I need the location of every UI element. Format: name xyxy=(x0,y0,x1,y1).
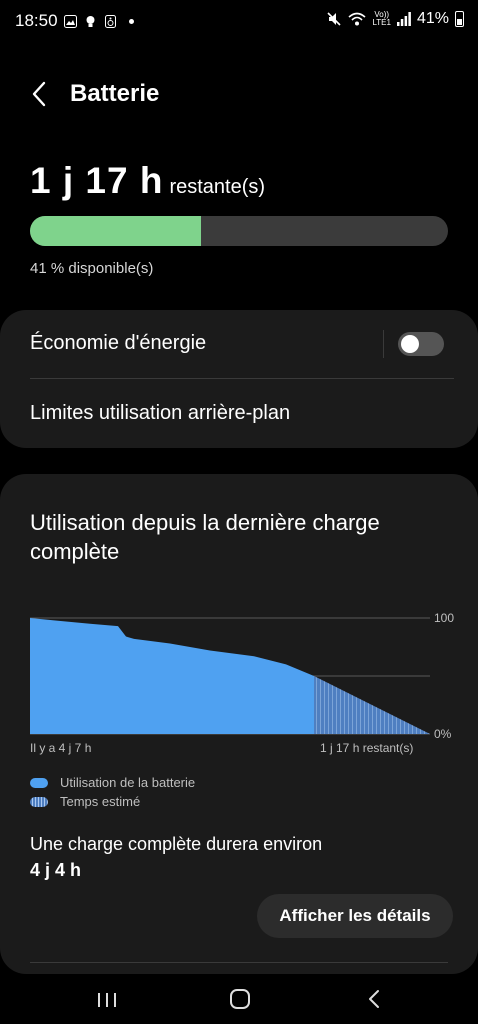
row-separator xyxy=(383,330,384,358)
power-saving-toggle[interactable] xyxy=(398,332,444,356)
bulb-icon xyxy=(86,15,95,27)
power-saving-row[interactable]: Économie d'énergie xyxy=(30,310,448,376)
full-charge-label: Une charge complète durera environ xyxy=(30,834,323,854)
remaining-suffix: restante(s) xyxy=(169,176,266,198)
legend-item-usage: Utilisation de la batterie xyxy=(30,775,195,790)
status-bar: 18:50 Vo)) LTE1 41% xyxy=(0,0,478,40)
status-right-icons: Vo)) LTE1 41% xyxy=(326,10,464,28)
battery-level-fill xyxy=(30,216,202,246)
remaining-time: 1 j 17 h restante(s) xyxy=(30,160,265,202)
header: Batterie xyxy=(0,72,478,118)
x-axis-end-label: 1 j 17 h restant(s) xyxy=(320,741,414,755)
show-details-button[interactable]: Afficher les détails xyxy=(257,894,453,938)
navigation-bar xyxy=(0,974,478,1024)
x-axis-start-label: Il y a 4 j 7 h xyxy=(30,741,92,755)
toggle-knob xyxy=(401,335,419,353)
background-limits-label: Limites utilisation arrière-plan xyxy=(30,401,291,424)
available-text: 41 % disponible(s) xyxy=(30,260,154,277)
recent-apps-icon[interactable] xyxy=(89,984,125,1014)
y-axis-top-label: 100 xyxy=(434,611,455,625)
legend-label-estimate: Temps estimé xyxy=(60,794,141,809)
image-icon xyxy=(64,14,77,28)
status-time: 18:50 xyxy=(15,11,58,30)
speaker-icon xyxy=(105,14,116,28)
network-label: Vo)) LTE1 xyxy=(372,10,391,27)
back-nav-icon[interactable] xyxy=(357,984,393,1014)
y-axis-bottom-label: 0% xyxy=(434,727,452,741)
legend-swatch-estimate xyxy=(30,796,48,807)
wifi-icon xyxy=(348,12,366,26)
back-arrow-icon[interactable] xyxy=(24,78,56,110)
battery-level-bar xyxy=(30,216,448,246)
background-limits-row[interactable]: Limites utilisation arrière-plan xyxy=(30,380,448,446)
full-charge-value: 4 j 4 h xyxy=(30,860,82,880)
power-saving-label: Économie d'énergie xyxy=(30,331,207,354)
legend-item-estimate: Temps estimé xyxy=(30,794,140,809)
usage-title: Utilisation depuis la dernière charge co… xyxy=(30,510,380,564)
notification-dot xyxy=(129,18,134,24)
divider xyxy=(30,378,454,379)
legend-label-usage: Utilisation de la batterie xyxy=(60,775,196,790)
battery-icon xyxy=(455,11,464,27)
status-left-icons xyxy=(64,13,134,29)
battery-usage-chart xyxy=(30,617,430,735)
page-title: Batterie xyxy=(70,80,160,107)
divider xyxy=(30,962,448,963)
remaining-value: 1 j 17 h xyxy=(30,160,164,201)
mute-icon xyxy=(327,12,342,26)
estimate-area xyxy=(314,676,430,734)
battery-settings-card: Économie d'énergie Limites utilisation a… xyxy=(0,310,478,448)
signal-icon xyxy=(396,12,411,26)
usage-area xyxy=(30,618,314,734)
legend-swatch-usage xyxy=(30,777,48,788)
home-icon[interactable] xyxy=(222,984,258,1014)
battery-percent: 41% xyxy=(416,10,449,27)
